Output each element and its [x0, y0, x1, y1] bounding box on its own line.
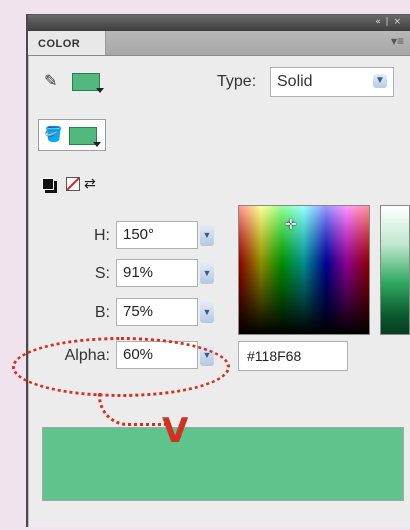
no-color-icon[interactable]	[66, 177, 80, 191]
brightness-label: B:	[94, 304, 110, 321]
color-tools-row: ⇄	[42, 175, 102, 193]
saturation-stepper[interactable]: ▼	[200, 262, 214, 284]
paint-bucket-icon: 🪣	[44, 126, 63, 143]
tab-color[interactable]: COLOR	[28, 31, 106, 55]
type-value: Solid	[277, 73, 313, 90]
hue-input[interactable]: 150°	[116, 221, 198, 249]
pencil-icon: ✎	[44, 73, 58, 90]
callout-arrow-line	[98, 393, 171, 426]
color-spectrum-picker[interactable]: ✛	[238, 205, 370, 335]
fill-color-control[interactable]: 🪣	[38, 119, 106, 151]
fill-swatch[interactable]	[69, 127, 101, 147]
brightness-input[interactable]: 75%	[116, 298, 198, 326]
brightness-stepper[interactable]: ▼	[200, 301, 214, 323]
panel-menu-icon[interactable]: ▾≡	[391, 34, 404, 48]
saturation-label: S:	[94, 265, 110, 282]
chevron-down-icon[interactable]: ▼	[373, 74, 387, 88]
stroke-swatch[interactable]	[72, 73, 104, 93]
window-controls[interactable]: « | ×	[375, 17, 402, 27]
color-panel: « | × COLOR ▾≡ ✎ 🪣 ⇄ Type: Solid ▼ H: 15…	[12, 14, 410, 527]
crosshair-icon[interactable]: ✛	[285, 216, 297, 233]
alpha-callout-ellipse	[12, 337, 230, 397]
type-label: Type:	[217, 73, 257, 90]
callout-v-marker: V	[162, 411, 189, 451]
color-preview	[42, 427, 404, 501]
panel-title-bar[interactable]: « | ×	[28, 15, 410, 31]
tab-strip: COLOR ▾≡	[28, 31, 410, 56]
brightness-slider[interactable]	[380, 205, 410, 335]
hex-input[interactable]: #118F68	[238, 341, 348, 371]
stroke-color-control[interactable]: ✎	[38, 67, 104, 97]
saturation-input[interactable]: 91%	[116, 259, 198, 287]
default-colors-icon[interactable]	[42, 178, 54, 190]
swap-colors-icon[interactable]: ⇄	[84, 175, 96, 192]
hue-label: H:	[94, 227, 110, 244]
hue-stepper[interactable]: ▼	[200, 224, 214, 246]
type-dropdown[interactable]: Solid ▼	[270, 67, 394, 97]
